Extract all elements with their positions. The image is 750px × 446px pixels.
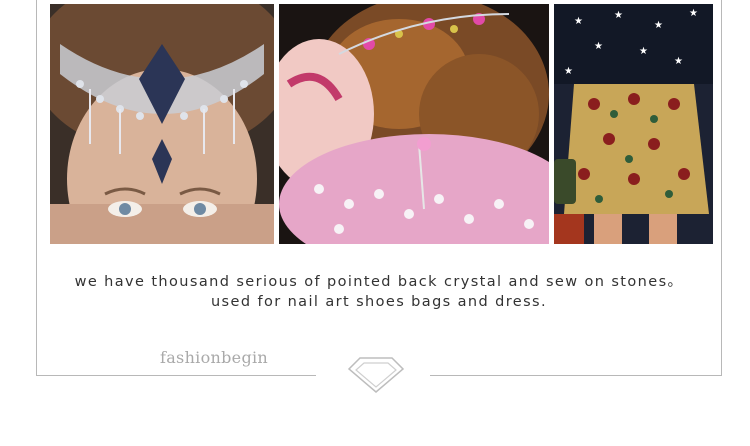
divider-right — [430, 375, 722, 376]
diamond-icon — [346, 355, 406, 399]
photo-crystal-headpiece — [50, 4, 274, 244]
svg-text:★: ★ — [574, 16, 583, 27]
svg-text:★: ★ — [674, 56, 683, 67]
svg-text:★: ★ — [614, 10, 623, 21]
divider-left — [36, 375, 316, 376]
svg-text:★: ★ — [639, 46, 648, 57]
caption-line-1: we have thousand serious of pointed back… — [74, 274, 684, 290]
caption-line-2: used for nail art shoes bags and dress. — [210, 294, 548, 310]
brand-watermark: fashionbegin — [160, 348, 269, 367]
photo-embellished-skirt: ★ ★ ★ ★ ★ ★ ★ ★ — [554, 4, 713, 244]
svg-text:★: ★ — [594, 41, 603, 52]
svg-text:★: ★ — [654, 20, 663, 31]
svg-text:★: ★ — [689, 8, 698, 19]
svg-text:★: ★ — [564, 66, 573, 77]
photo-jeweled-hairpin — [279, 4, 549, 244]
